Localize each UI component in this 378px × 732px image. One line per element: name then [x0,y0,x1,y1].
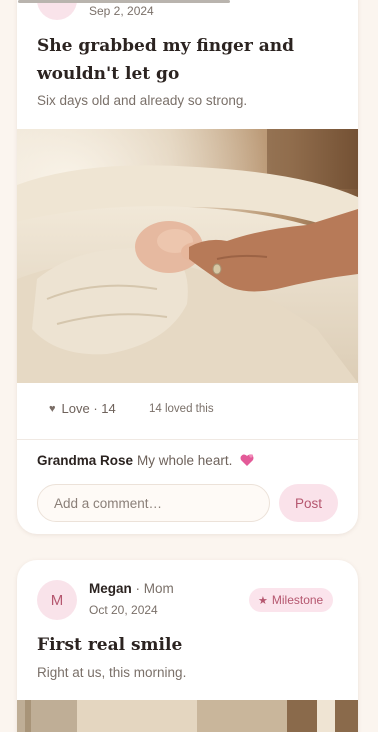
post-date: Oct 20, 2024 [89,603,158,617]
comment-input[interactable] [37,484,270,522]
post-date: Sep 2, 2024 [89,4,154,18]
badge-label: Milestone [271,593,324,607]
smile-photo [17,700,358,732]
divider [17,439,358,440]
newborn-hand-photo [17,129,358,383]
post-photo[interactable] [17,700,358,732]
avatar[interactable] [37,0,77,20]
post-title: First real smile [37,635,183,655]
post-caption: Right at us, this morning. [37,665,187,680]
love-button[interactable]: ♥ Love · 14 [49,401,116,416]
post-comment-button[interactable]: Post [279,484,338,522]
top-scroll-indicator [18,0,230,3]
comment: Grandma Rose My whole heart. [37,453,255,468]
avatar[interactable]: M [37,580,77,620]
two-hearts-icon [240,454,254,466]
comment-text: My whole heart. [137,453,233,468]
post-caption: Six days old and already so strong. [37,93,248,108]
author-name[interactable]: Megan [89,581,132,596]
love-label: Love · 14 [61,401,116,416]
milestone-badge: ★ Milestone [249,588,334,612]
comment-author[interactable]: Grandma Rose [37,453,133,468]
post-card: M Megan · Mom Oct 20, 2024 ★ Milestone F… [17,560,358,732]
post-author-line: Megan · Mom [89,581,174,596]
author-role: Mom [143,581,174,596]
separator: · [135,581,141,596]
post-title: She grabbed my finger and wouldn't let g… [37,36,294,84]
post-card: Sep 2, 2024 She grabbed my finger and wo… [17,0,358,534]
loved-count[interactable]: 14 loved this [149,403,214,415]
post-photo[interactable] [17,129,358,383]
star-icon: ★ [258,594,268,607]
heart-icon: ♥ [49,402,56,415]
